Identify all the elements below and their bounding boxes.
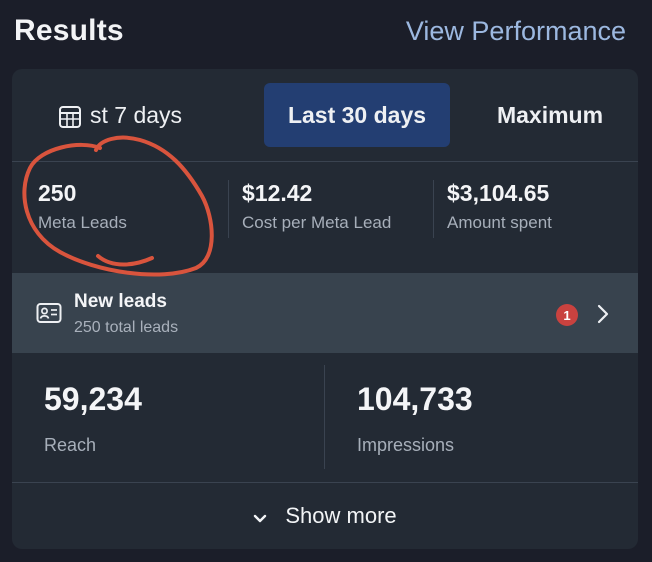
divider: [228, 180, 229, 238]
show-more-button[interactable]: Show more: [12, 483, 638, 549]
metric-value: $3,104.65: [447, 180, 550, 206]
stat-impressions: 104,733 Impressions: [357, 381, 473, 456]
metric-amount-spent: $3,104.65 Amount spent: [447, 180, 552, 234]
divider: [324, 365, 325, 469]
metric-cost-per-lead: $12.42 Cost per Meta Lead: [242, 180, 391, 234]
tab-last-7-days[interactable]: st 7 days: [90, 83, 240, 147]
stat-value: 104,733: [357, 381, 473, 417]
metric-label: Meta Leads: [38, 213, 127, 232]
new-leads-title: New leads: [74, 291, 167, 312]
show-more-label: Show more: [285, 503, 397, 528]
metrics-row: 250 Meta Leads $12.42 Cost per Meta Lead…: [12, 162, 638, 272]
notification-badge: 1: [556, 304, 578, 326]
stat-label: Reach: [44, 435, 97, 455]
metric-value: 250: [38, 180, 77, 206]
tab-label: st 7 days: [90, 101, 183, 128]
tab-label: Maximum: [496, 101, 604, 128]
date-range-tabs: st 7 days Last 30 days Maximum: [12, 69, 638, 162]
tab-last-30-days[interactable]: Last 30 days: [264, 83, 450, 147]
stat-reach: 59,234 Reach: [44, 381, 142, 456]
tab-label: Last 30 days: [287, 101, 427, 128]
tab-maximum[interactable]: Maximum: [482, 83, 618, 147]
reach-impressions-row: 59,234 Reach 104,733 Impressions: [12, 353, 638, 481]
results-header: Results View Performance: [0, 0, 652, 66]
divider: [433, 180, 434, 238]
results-card: st 7 days Last 30 days Maximum 250 Meta …: [12, 69, 638, 549]
contact-card-icon: [36, 302, 62, 324]
view-performance-link[interactable]: View Performance: [406, 16, 626, 47]
new-leads-row[interactable]: New leads 250 total leads 1: [12, 273, 638, 353]
chevron-down-icon: [253, 511, 267, 523]
stat-value: 59,234: [44, 381, 142, 417]
metric-label: Amount spent: [447, 213, 552, 232]
new-leads-subtitle: 250 total leads: [74, 319, 179, 336]
metric-meta-leads: 250 Meta Leads: [38, 180, 127, 234]
chevron-right-icon: [596, 303, 610, 325]
stat-label: Impressions: [357, 435, 455, 455]
page-title: Results: [14, 14, 124, 47]
calendar-table-icon[interactable]: [58, 105, 82, 129]
metric-label: Cost per Meta Lead: [242, 213, 392, 232]
metric-value: $12.42: [242, 180, 313, 206]
